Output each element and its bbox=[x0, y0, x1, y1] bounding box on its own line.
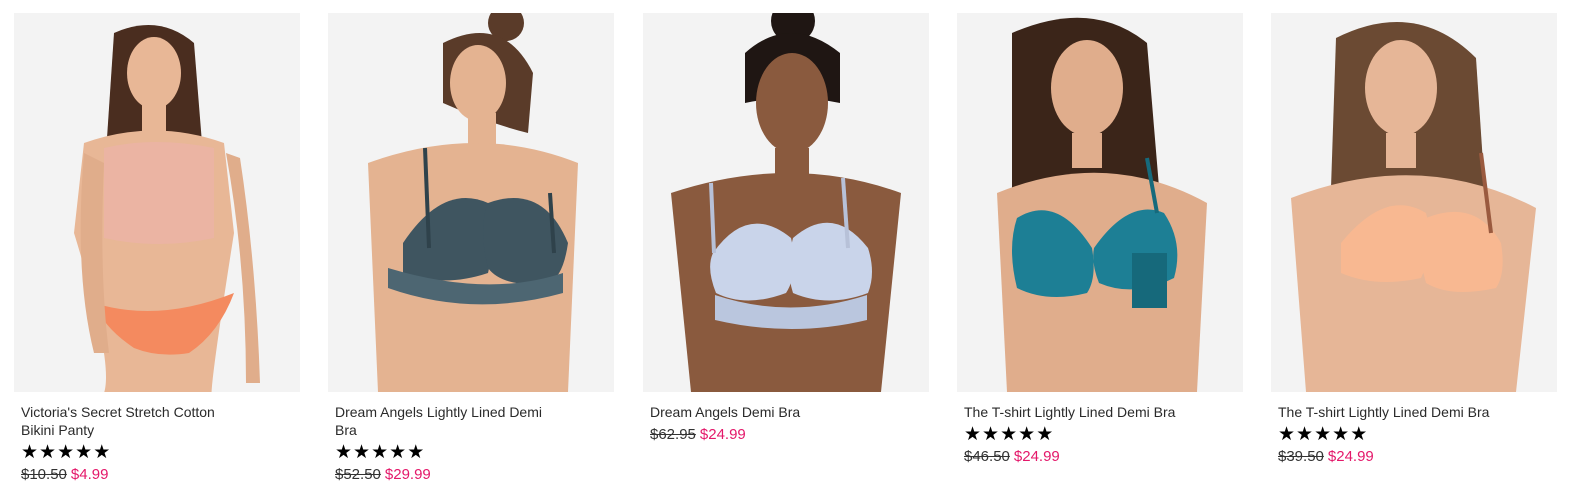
star-icon: ★ bbox=[353, 442, 371, 463]
rating-stars[interactable]: ★ ★ ★ ★ ★ bbox=[21, 442, 300, 463]
product-card[interactable]: Dream Angels Lightly Lined Demi Bra ★ ★ … bbox=[328, 13, 614, 485]
rating-stars[interactable]: ★ ★ ★ ★ ★ bbox=[964, 424, 1243, 445]
product-name[interactable]: Victoria's Secret Stretch Cotton Bikini … bbox=[21, 403, 251, 439]
product-image[interactable] bbox=[14, 13, 300, 392]
star-icon: ★ bbox=[75, 442, 93, 463]
product-image[interactable] bbox=[1271, 13, 1557, 392]
rating-stars[interactable]: ★ ★ ★ ★ ★ bbox=[1278, 424, 1557, 445]
product-card[interactable]: Victoria's Secret Stretch Cotton Bikini … bbox=[14, 13, 300, 485]
product-image[interactable] bbox=[328, 13, 614, 392]
price-block: $46.50 $24.99 bbox=[964, 447, 1243, 467]
sale-price: $24.99 bbox=[699, 426, 746, 443]
model-photo bbox=[14, 13, 300, 392]
product-grid: Victoria's Secret Stretch Cotton Bikini … bbox=[0, 0, 1596, 499]
product-name[interactable]: Dream Angels Demi Bra bbox=[650, 403, 880, 421]
star-icon: ★ bbox=[1000, 424, 1018, 445]
price-block: $10.50 $4.99 bbox=[21, 465, 300, 485]
star-icon: ★ bbox=[57, 442, 75, 463]
star-icon: ★ bbox=[335, 442, 353, 463]
sale-price: $24.99 bbox=[1013, 448, 1060, 465]
star-icon: ★ bbox=[39, 442, 57, 463]
star-icon: ★ bbox=[964, 424, 982, 445]
price-block: $52.50 $29.99 bbox=[335, 465, 614, 485]
price-block: $39.50 $24.99 bbox=[1278, 447, 1557, 467]
star-icon: ★ bbox=[389, 442, 407, 463]
star-icon: ★ bbox=[371, 442, 389, 463]
original-price: $62.95 bbox=[650, 426, 696, 443]
star-icon: ★ bbox=[1296, 424, 1314, 445]
model-photo bbox=[328, 13, 614, 392]
sale-price: $24.99 bbox=[1327, 448, 1374, 465]
rating-stars[interactable]: ★ ★ ★ ★ ★ bbox=[335, 442, 614, 463]
product-card[interactable]: The T-shirt Lightly Lined Demi Bra ★ ★ ★… bbox=[957, 13, 1243, 467]
star-icon: ★ bbox=[1350, 424, 1368, 445]
star-icon: ★ bbox=[1036, 424, 1054, 445]
star-icon: ★ bbox=[1314, 424, 1332, 445]
product-image[interactable] bbox=[643, 13, 929, 392]
original-price: $39.50 bbox=[1278, 448, 1324, 465]
product-name[interactable]: The T-shirt Lightly Lined Demi Bra bbox=[1278, 403, 1508, 421]
star-icon: ★ bbox=[982, 424, 1000, 445]
product-image[interactable] bbox=[957, 13, 1243, 392]
star-icon: ★ bbox=[407, 442, 425, 463]
model-photo bbox=[957, 13, 1243, 392]
model-photo bbox=[1271, 13, 1557, 392]
price-block: $62.95 $24.99 bbox=[650, 425, 929, 445]
original-price: $52.50 bbox=[335, 466, 381, 483]
sale-price: $4.99 bbox=[70, 466, 109, 483]
sale-price: $29.99 bbox=[384, 466, 431, 483]
original-price: $46.50 bbox=[964, 448, 1010, 465]
star-icon: ★ bbox=[21, 442, 39, 463]
product-name[interactable]: The T-shirt Lightly Lined Demi Bra bbox=[964, 403, 1194, 421]
star-icon: ★ bbox=[1018, 424, 1036, 445]
model-photo bbox=[643, 13, 929, 392]
product-card[interactable]: Dream Angels Demi Bra $62.95 $24.99 bbox=[643, 13, 929, 445]
original-price: $10.50 bbox=[21, 466, 67, 483]
product-name[interactable]: Dream Angels Lightly Lined Demi Bra bbox=[335, 403, 565, 439]
star-icon: ★ bbox=[1278, 424, 1296, 445]
star-icon: ★ bbox=[93, 442, 111, 463]
star-icon: ★ bbox=[1332, 424, 1350, 445]
product-card[interactable]: The T-shirt Lightly Lined Demi Bra ★ ★ ★… bbox=[1271, 13, 1557, 467]
